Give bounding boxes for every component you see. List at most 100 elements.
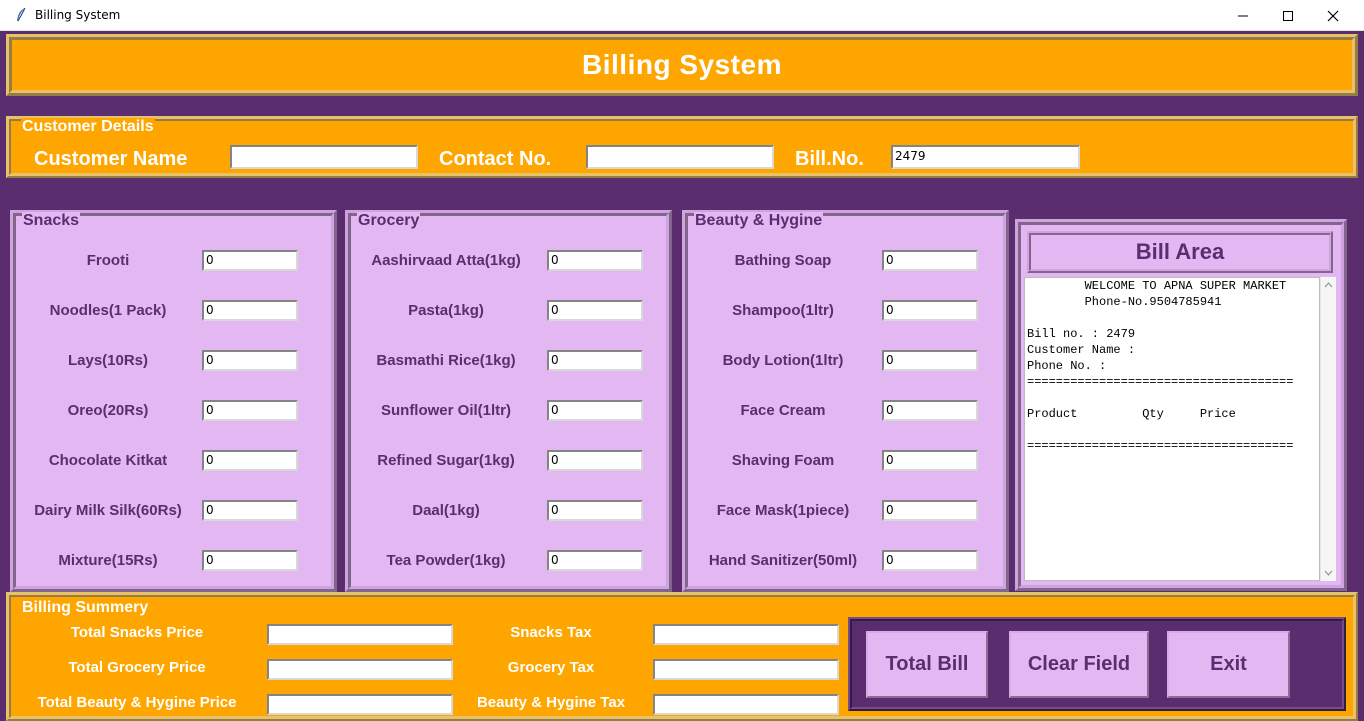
snacks-row: Oreo(20Rs) 0 xyxy=(16,400,331,422)
minimize-icon xyxy=(1238,15,1248,16)
contact-no-label: Contact No. xyxy=(439,148,552,170)
beauty-frame: Beauty & Hygine Bathing Soap 0 Shampoo(1l… xyxy=(682,210,1009,592)
bill-scrollbar[interactable] xyxy=(1320,277,1336,581)
beauty-row: Shampoo(1ltr) 0 xyxy=(688,300,1003,322)
qty-input[interactable]: 0 xyxy=(202,350,298,371)
close-button[interactable] xyxy=(1310,0,1356,31)
grocery-frame: Grocery Aashirvaad Atta(1kg) 0 Pasta(1kg)… xyxy=(345,210,672,592)
feather-icon xyxy=(17,7,26,22)
billing-summary-frame: Billing Summery Total Snacks Price Total… xyxy=(6,592,1358,721)
total-grocery-input[interactable] xyxy=(267,659,453,680)
snacks-legend: Snacks xyxy=(22,212,81,230)
customer-name-input[interactable] xyxy=(230,145,418,169)
grocery-tax-input[interactable] xyxy=(653,659,839,680)
snacks-row: Dairy Milk Silk(60Rs) 0 xyxy=(16,500,331,522)
grocery-row: Aashirvaad Atta(1kg) 0 xyxy=(351,250,666,272)
qty-input[interactable]: 0 xyxy=(882,500,978,521)
beauty-row: Body Lotion(1ltr) 0 xyxy=(688,350,1003,372)
product-label: Face Cream xyxy=(740,402,826,419)
beauty-row: Bathing Soap 0 xyxy=(688,250,1003,272)
beauty-row: Face Cream 0 xyxy=(688,400,1003,422)
bill-no-label: Bill.No. xyxy=(795,148,864,170)
bill-no-input[interactable]: 2479 xyxy=(891,145,1080,169)
product-label: Face Mask(1piece) xyxy=(716,502,850,519)
qty-input[interactable]: 0 xyxy=(202,250,298,271)
qty-input[interactable]: 0 xyxy=(882,450,978,471)
product-label: Body Lotion(1ltr) xyxy=(722,352,844,369)
beauty-tax-input[interactable] xyxy=(653,694,839,715)
bill-textarea[interactable]: WELCOME TO APNA SUPER MARKET Phone-No.95… xyxy=(1024,277,1320,581)
grocery-row: Basmathi Rice(1kg) 0 xyxy=(351,350,666,372)
product-label: Shampoo(1ltr) xyxy=(732,302,834,319)
total-beauty-label: Total Beauty & Hygine Price xyxy=(37,694,237,711)
qty-input[interactable]: 0 xyxy=(547,300,643,321)
total-bill-button[interactable]: Total Bill xyxy=(866,631,988,698)
snacks-row: Noodles(1 Pack) 0 xyxy=(16,300,331,322)
qty-input[interactable]: 0 xyxy=(547,450,643,471)
contact-no-input[interactable] xyxy=(586,145,774,169)
bill-line xyxy=(1027,310,1319,326)
snacks-tax-input[interactable] xyxy=(653,624,839,645)
minimize-button[interactable] xyxy=(1220,0,1266,31)
product-label: Refined Sugar(1kg) xyxy=(377,452,515,469)
page-title: Billing System xyxy=(582,49,782,80)
beauty-row: Face Mask(1piece) 0 xyxy=(688,500,1003,522)
qty-input[interactable]: 0 xyxy=(882,550,978,571)
beauty-row: Shaving Foam 0 xyxy=(688,450,1003,472)
customer-name-label: Customer Name xyxy=(34,148,188,170)
qty-input[interactable]: 0 xyxy=(547,400,643,421)
snacks-frame: Snacks Frooti 0 Noodles(1 Pack) 0 Lays(10R… xyxy=(10,210,337,592)
customer-details-legend: Customer Details xyxy=(21,118,155,136)
bill-line: Bill no. : 2479 xyxy=(1027,327,1136,341)
qty-input[interactable]: 0 xyxy=(882,350,978,371)
qty-input[interactable]: 0 xyxy=(202,400,298,421)
scroll-up-icon[interactable] xyxy=(1321,279,1336,291)
bill-line: Product Qty Price xyxy=(1027,407,1236,421)
qty-input[interactable]: 0 xyxy=(882,250,978,271)
scroll-down-icon[interactable] xyxy=(1321,567,1336,579)
product-label: Shaving Foam xyxy=(731,452,835,469)
maximize-button[interactable] xyxy=(1265,0,1311,31)
grocery-legend: Grocery xyxy=(357,212,421,230)
snacks-row: Lays(10Rs) 0 xyxy=(16,350,331,372)
beauty-row: Hand Sanitizer(50ml) 0 xyxy=(688,550,1003,572)
product-label: Bathing Soap xyxy=(734,252,832,269)
total-snacks-label: Total Snacks Price xyxy=(70,624,204,641)
qty-input[interactable]: 0 xyxy=(547,250,643,271)
app-header: Billing System xyxy=(6,34,1358,96)
total-beauty-input[interactable] xyxy=(267,694,453,715)
product-label: Pasta(1kg) xyxy=(408,302,484,319)
window-title: Billing System xyxy=(35,8,121,22)
bill-line: Phone No. : xyxy=(1027,359,1114,373)
total-snacks-input[interactable] xyxy=(267,624,453,645)
grocery-row: Daal(1kg) 0 xyxy=(351,500,666,522)
qty-input[interactable]: 0 xyxy=(882,400,978,421)
product-label: Hand Sanitizer(50ml) xyxy=(708,552,858,569)
bill-line: WELCOME TO APNA SUPER MARKET xyxy=(1027,279,1287,293)
bill-line: ===================================== xyxy=(1027,439,1294,453)
snacks-row: Chocolate Kitkat 0 xyxy=(16,450,331,472)
app-body: Billing System Customer Details Customer… xyxy=(6,31,1364,721)
exit-button[interactable]: Exit xyxy=(1167,631,1290,698)
qty-input[interactable]: 0 xyxy=(202,500,298,521)
qty-input[interactable]: 0 xyxy=(547,500,643,521)
customer-details-frame: Customer Details Customer Name Contact N… xyxy=(6,116,1358,178)
grocery-row: Tea Powder(1kg) 0 xyxy=(351,550,666,572)
qty-input[interactable]: 0 xyxy=(547,350,643,371)
product-label: Aashirvaad Atta(1kg) xyxy=(371,252,521,269)
qty-input[interactable]: 0 xyxy=(547,550,643,571)
snacks-row: Frooti 0 xyxy=(16,250,331,272)
qty-input[interactable]: 0 xyxy=(202,300,298,321)
clear-field-button[interactable]: Clear Field xyxy=(1009,631,1149,698)
bill-line xyxy=(1027,422,1319,438)
qty-input[interactable]: 0 xyxy=(202,450,298,471)
grocery-tax-label: Grocery Tax xyxy=(507,659,595,676)
product-label: Basmathi Rice(1kg) xyxy=(376,352,516,369)
product-label: Mixture(15Rs) xyxy=(58,552,158,569)
product-label: Frooti xyxy=(86,252,130,269)
product-label: Tea Powder(1kg) xyxy=(386,552,506,569)
qty-input[interactable]: 0 xyxy=(202,550,298,571)
qty-input[interactable]: 0 xyxy=(882,300,978,321)
close-icon xyxy=(1327,10,1339,21)
bill-area-frame: Bill Area WELCOME TO APNA SUPER MARKET P… xyxy=(1015,219,1347,591)
